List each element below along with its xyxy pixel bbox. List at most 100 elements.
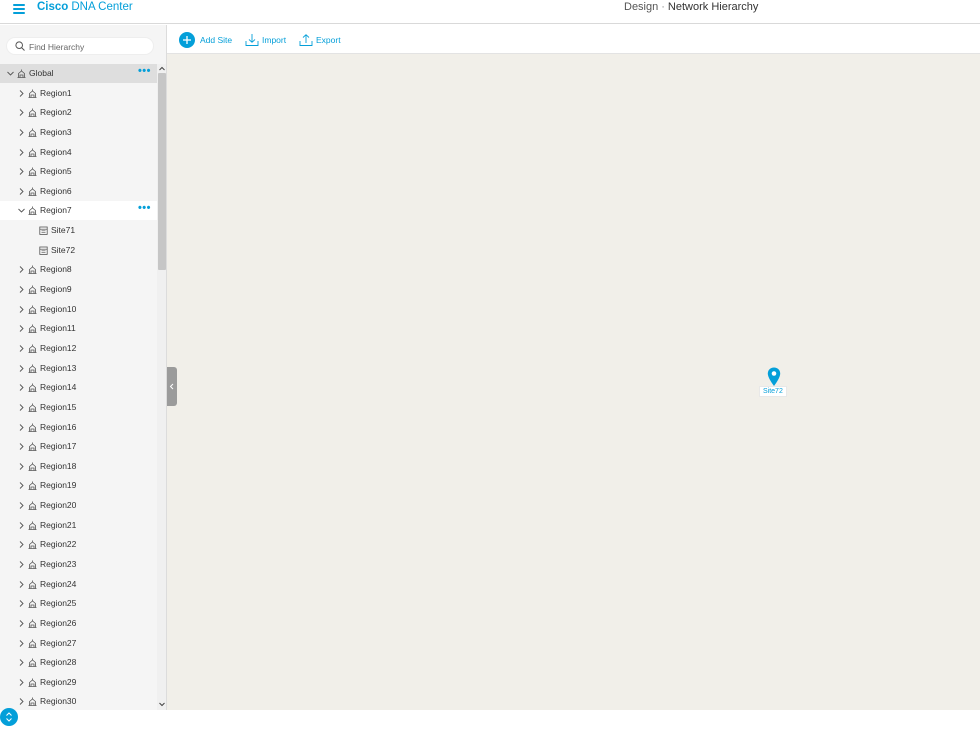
chevron-left-icon: [169, 383, 174, 390]
tree-node-region[interactable]: Region5: [0, 162, 157, 181]
app-header: Cisco DNA Center Design · Network Hierarchy: [0, 0, 980, 24]
tree-node-region[interactable]: Region24: [0, 575, 157, 594]
tree-node-site[interactable]: Site71: [0, 221, 157, 240]
tree-node-region[interactable]: Region22: [0, 535, 157, 554]
tree-node-label: Region15: [40, 401, 77, 412]
area-icon: [28, 108, 37, 118]
tree-node-region[interactable]: Region6: [0, 182, 157, 201]
chevron-right-icon[interactable]: [18, 502, 25, 509]
chevron-right-icon[interactable]: [18, 698, 25, 706]
chevron-right-icon[interactable]: [18, 305, 25, 313]
chevron-right-icon[interactable]: [18, 266, 25, 274]
chevron-down-icon[interactable]: [7, 70, 14, 77]
chevron-right-icon[interactable]: [18, 384, 25, 392]
more-actions-icon[interactable]: •••: [138, 201, 151, 216]
chevron-right-icon[interactable]: [18, 600, 25, 608]
chevron-right-icon[interactable]: [18, 423, 25, 431]
chevron-right-icon[interactable]: [18, 639, 25, 647]
app-brand[interactable]: Cisco DNA Center: [37, 0, 133, 14]
chevron-right-icon[interactable]: [18, 109, 25, 117]
export-label: Export: [316, 35, 341, 45]
tree-node-region[interactable]: Region23: [0, 555, 157, 574]
chevron-right-icon[interactable]: [18, 89, 25, 97]
chevron-right-icon[interactable]: [18, 462, 25, 470]
tree-node-region[interactable]: Region11: [0, 319, 157, 338]
tree-node-label: Region22: [40, 539, 77, 550]
tree-node-label: Region5: [40, 166, 72, 177]
tree-node-region[interactable]: Region18: [0, 457, 157, 476]
export-button[interactable]: Export: [299, 32, 345, 48]
more-actions-icon[interactable]: •••: [138, 64, 151, 79]
tree-node-site[interactable]: Site72: [0, 241, 157, 260]
area-icon: [28, 324, 37, 334]
chevron-right-icon[interactable]: [18, 364, 25, 372]
tree-node-region[interactable]: Region14: [0, 378, 157, 397]
add-site-button[interactable]: Add Site: [179, 32, 239, 48]
chevron-right-icon[interactable]: [18, 325, 25, 333]
map-canvas[interactable]: [167, 54, 980, 710]
import-button[interactable]: Import: [245, 32, 291, 48]
scroll-up-arrow-icon[interactable]: [158, 65, 166, 73]
chevron-right-icon[interactable]: [18, 129, 25, 136]
hamburger-menu-icon[interactable]: [13, 4, 25, 14]
tree-node-region[interactable]: Region20: [0, 496, 157, 515]
tree-node-region[interactable]: Region4: [0, 143, 157, 162]
chevron-down-icon[interactable]: [18, 207, 25, 214]
expand-collapse-button[interactable]: [0, 708, 18, 726]
chevron-right-icon[interactable]: [18, 541, 25, 549]
tree-node-region[interactable]: Region16: [0, 418, 157, 437]
scroll-down-arrow-icon[interactable]: [158, 700, 166, 708]
sidebar-collapse-handle[interactable]: [167, 367, 177, 406]
tree-node-label: Region18: [40, 460, 77, 471]
title-separator: ·: [661, 1, 665, 13]
chevron-right-icon[interactable]: [18, 404, 25, 411]
search-box[interactable]: [6, 37, 154, 55]
area-icon: [28, 442, 37, 452]
tree-node-global[interactable]: Global •••: [0, 64, 157, 83]
tree-node-region[interactable]: Region28: [0, 653, 157, 672]
map-pin-label[interactable]: Site72: [759, 386, 787, 397]
page-section: Design: [624, 1, 659, 13]
chevron-right-icon[interactable]: [18, 620, 25, 627]
tree-node-region[interactable]: Region17: [0, 437, 157, 456]
tree-node-region[interactable]: Region26: [0, 614, 157, 633]
tree-node-region[interactable]: Region15: [0, 398, 157, 417]
tree-node-region[interactable]: Region21: [0, 516, 157, 535]
chevron-right-icon[interactable]: [18, 580, 25, 588]
tree-node-label: Region24: [40, 578, 77, 589]
chevron-right-icon[interactable]: [18, 521, 25, 529]
tree-node-region[interactable]: Region19: [0, 476, 157, 495]
tree-node-region[interactable]: Region27: [0, 634, 157, 653]
area-icon: [28, 501, 37, 510]
chevron-right-icon[interactable]: [18, 345, 25, 352]
chevron-right-icon[interactable]: [18, 188, 25, 195]
search-input[interactable]: [29, 39, 149, 54]
tree-node-region[interactable]: Region1: [0, 84, 157, 103]
tree-node-region[interactable]: Region10: [0, 300, 157, 319]
tree-node-region[interactable]: Region29: [0, 673, 157, 692]
area-icon: [28, 167, 37, 177]
tree-scrollbar-thumb[interactable]: [158, 73, 166, 270]
chevron-right-icon[interactable]: [18, 286, 25, 293]
chevron-right-icon[interactable]: [18, 443, 25, 450]
chevron-right-icon[interactable]: [18, 482, 25, 490]
tree-node-region[interactable]: Region9: [0, 280, 157, 299]
tree-node-region[interactable]: Region8: [0, 260, 157, 279]
tree-node-label: Region25: [40, 598, 77, 609]
map-pin-icon[interactable]: [767, 367, 781, 387]
tree-node-region[interactable]: Region12: [0, 339, 157, 358]
tree-node-label: Global: [29, 68, 54, 78]
tree-node-label: Region12: [40, 342, 77, 353]
tree-node-region[interactable]: Region13: [0, 359, 157, 378]
chevron-right-icon[interactable]: [18, 679, 25, 686]
tree-node-region[interactable]: Region7 •••: [0, 201, 157, 221]
tree-node-region[interactable]: Region30: [0, 692, 157, 710]
tree-node-region[interactable]: Region2: [0, 103, 157, 122]
tree-node-region[interactable]: Region25: [0, 594, 157, 613]
tree-node-region[interactable]: Region3: [0, 123, 157, 142]
chevron-right-icon[interactable]: [18, 148, 25, 156]
chevron-right-icon[interactable]: [18, 561, 25, 568]
chevron-right-icon[interactable]: [18, 659, 25, 667]
chevron-right-icon[interactable]: [18, 168, 25, 176]
area-icon: [28, 619, 37, 628]
